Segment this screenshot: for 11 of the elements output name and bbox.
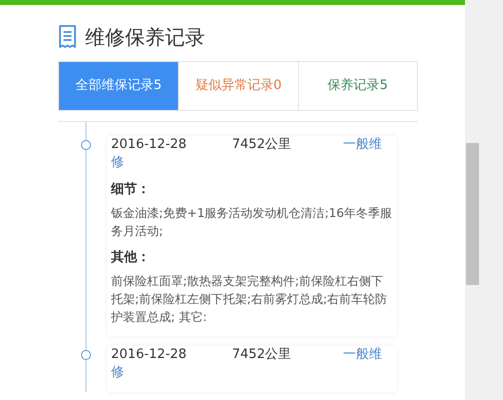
section-heading: 其他： <box>111 249 151 267</box>
record-summary: 2016-12-28 7452公里 一般维修 <box>111 136 383 172</box>
section-heading: 细节： <box>111 181 151 199</box>
scrollbar[interactable] <box>465 0 503 400</box>
section-text: 前保险杠面罩;散热器支架完整构件;前保险杠右侧下托架;前保险杠左侧下托架;右前雾灯总成;右前车轮防护装置总成; 其它: <box>111 273 388 326</box>
record-summary: 2016-12-28 7452公里 一般维修 <box>111 346 383 382</box>
receipt-icon <box>58 24 77 48</box>
scrollbar-thumb[interactable] <box>466 143 479 285</box>
page-title: 维修保养记录 <box>85 24 205 50</box>
section-text: 钣金油漆;免费+1服务活动发动机仓清洁;16年冬季服务月活动; <box>111 205 393 240</box>
filter-tab[interactable]: 全部维保记录5 <box>59 62 178 110</box>
